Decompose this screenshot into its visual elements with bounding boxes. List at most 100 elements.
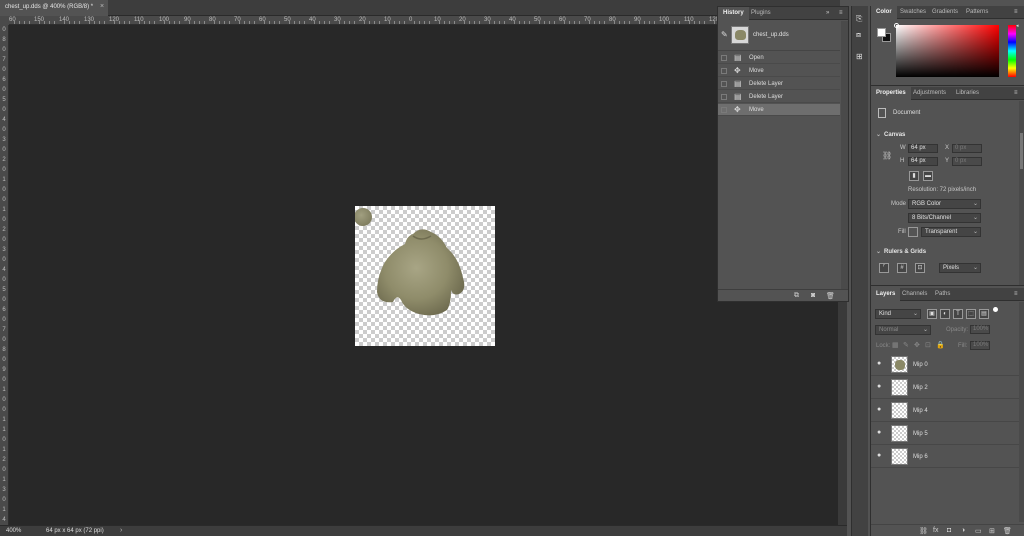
adjustment-filter-icon[interactable]: ◐ <box>940 309 950 319</box>
history-checkbox[interactable] <box>721 107 727 113</box>
history-state[interactable]: ▤ Open <box>718 52 840 64</box>
ruler-toggle-icon[interactable]: ⌜ <box>879 263 889 273</box>
grid-toggle-icon[interactable]: # <box>897 263 907 273</box>
color-field[interactable] <box>894 23 999 77</box>
new-layer-icon[interactable]: ⊞ <box>989 527 995 535</box>
tab-channels[interactable]: Channels <box>897 288 932 301</box>
vertical-ruler[interactable]: 0 8 0 7 0 6 0 5 0 4 0 3 0 2 0 1 0 0 1 0 2 0 3 0 4 0 5 0 6 0 7 0 8 0 9 0 1 0 0 1… <box>0 25 9 525</box>
new-document-from-state-icon[interactable]: ⧉ <box>794 292 799 300</box>
history-checkbox[interactable] <box>721 94 727 100</box>
layer-name[interactable]: Mip 5 <box>913 431 928 437</box>
pixel-filter-icon[interactable]: ▣ <box>927 309 937 319</box>
layers-menu-icon[interactable]: ≡ <box>1014 291 1018 297</box>
properties-menu-icon[interactable]: ≡ <box>1014 90 1018 96</box>
tab-paths[interactable]: Paths <box>930 288 955 301</box>
layer-name[interactable]: Mip 6 <box>913 454 928 460</box>
layer-row[interactable]: ● Mip 0 <box>871 354 1024 376</box>
horizontal-ruler[interactable]: 60 150 140 130 120 110 100 90 80 70 60 50 40 30 20 10 0 1… <box>9 16 840 25</box>
history-scrollbar[interactable] <box>841 21 848 289</box>
zoom-level[interactable]: 400% <box>6 528 21 534</box>
tab-libraries[interactable]: Libraries <box>951 87 984 100</box>
new-adjustment-layer-icon[interactable]: ◑ <box>961 527 965 534</box>
camera-icon[interactable]: ◙ <box>811 292 815 299</box>
y-field[interactable]: 0 px <box>952 157 982 166</box>
hue-slider-arrow[interactable]: ◂ <box>1016 23 1019 29</box>
eye-icon[interactable]: ● <box>877 429 881 436</box>
mode-select[interactable]: RGB Color ⌄ <box>908 199 981 209</box>
eye-icon[interactable]: ● <box>877 383 881 390</box>
landscape-orientation-icon[interactable]: ▬ <box>923 171 933 181</box>
history-brush-icon[interactable]: ✎ <box>721 30 728 39</box>
color-picker-ring[interactable] <box>894 23 899 28</box>
link-icon[interactable]: ⛓ <box>882 151 892 160</box>
filter-toggle-icon[interactable] <box>993 307 998 312</box>
properties-scrollbar[interactable] <box>1019 101 1024 285</box>
layer-name[interactable]: Mip 2 <box>913 385 928 391</box>
properties-panel-icon[interactable]: ⊞ <box>856 52 863 61</box>
canvas-workspace[interactable] <box>9 25 838 525</box>
collapse-icon[interactable]: » <box>826 10 829 16</box>
layer-row[interactable]: ● Mip 2 <box>871 377 1024 399</box>
delete-layer-icon[interactable]: 🗑 <box>1003 527 1012 535</box>
foreground-color-swatch[interactable] <box>877 28 886 37</box>
fill-swatch[interactable] <box>908 227 918 237</box>
guides-toggle-icon[interactable]: ⊡ <box>915 263 925 273</box>
eye-icon[interactable]: ● <box>877 406 881 413</box>
layer-filter-select[interactable]: Kind ⌄ <box>875 309 921 319</box>
bit-depth-select[interactable]: 8 Bits/Channel ⌄ <box>908 213 981 223</box>
opacity-field[interactable]: 100% <box>970 325 990 334</box>
history-checkbox[interactable] <box>721 55 727 61</box>
smart-object-filter-icon[interactable]: ▤ <box>979 309 989 319</box>
layer-name[interactable]: Mip 0 <box>913 362 928 368</box>
tab-color[interactable]: Color <box>871 6 897 19</box>
history-snapshot[interactable]: ✎ chest_up.dds <box>718 21 840 51</box>
layer-name[interactable]: Mip 4 <box>913 408 928 414</box>
new-group-icon[interactable]: ▭ <box>975 527 982 535</box>
history-panel-icon[interactable]: ⎘ <box>856 14 862 24</box>
eye-icon[interactable]: ● <box>877 452 881 459</box>
rulers-grids-section-header[interactable]: ⌄ Rulers & Grids <box>876 248 926 255</box>
layer-row[interactable]: ● Mip 5 <box>871 423 1024 445</box>
lock-pixels-icon[interactable]: ✎ <box>903 341 909 349</box>
portrait-orientation-icon[interactable]: ▮ <box>909 171 919 181</box>
tab-properties[interactable]: Properties <box>871 87 911 100</box>
layers-scrollbar[interactable] <box>1019 302 1024 522</box>
layer-row[interactable]: ● Mip 4 <box>871 400 1024 422</box>
tab-plugins[interactable]: Plugins <box>746 7 776 20</box>
ruler-corner[interactable] <box>0 16 9 25</box>
tab-gradients[interactable]: Gradients <box>927 6 963 19</box>
layer-style-icon[interactable]: fx <box>933 527 938 534</box>
canvas-section-header[interactable]: ⌄ Canvas <box>876 131 905 138</box>
tab-patterns[interactable]: Patterns <box>961 6 993 19</box>
tab-layers[interactable]: Layers <box>871 288 901 301</box>
trash-icon[interactable]: 🗑 <box>826 292 835 300</box>
chevron-down-icon[interactable]: ⌄ <box>876 132 881 138</box>
history-state[interactable]: ▤ Delete Layer <box>718 91 840 103</box>
history-state[interactable]: ▤ Delete Layer <box>718 78 840 90</box>
panel-menu-icon[interactable]: ≡ <box>839 10 843 16</box>
hue-slider[interactable] <box>1008 25 1016 77</box>
add-mask-icon[interactable]: ◘ <box>947 527 951 534</box>
fill-opacity-field[interactable]: 100% <box>970 341 990 350</box>
plugins-panel-icon[interactable]: ⧈ <box>856 30 861 40</box>
layer-row[interactable]: ● Mip 6 <box>871 446 1024 468</box>
eye-icon[interactable]: ● <box>877 360 881 367</box>
close-icon[interactable]: × <box>100 3 104 10</box>
lock-position-icon[interactable]: ✥ <box>914 341 920 349</box>
link-layers-icon[interactable]: ⛓ <box>919 527 928 535</box>
units-select[interactable]: Pixels ⌄ <box>939 263 981 273</box>
fill-select[interactable]: Transparent ⌄ <box>921 227 981 237</box>
lock-transparency-icon[interactable]: ▦ <box>892 341 899 349</box>
status-menu-arrow[interactable]: › <box>120 527 122 534</box>
history-state[interactable]: ✥ Move <box>718 104 840 116</box>
tab-swatches[interactable]: Swatches <box>895 6 931 19</box>
width-field[interactable]: 64 px <box>908 144 938 153</box>
lock-all-icon[interactable]: 🔒 <box>936 341 945 349</box>
type-filter-icon[interactable]: T <box>953 309 963 319</box>
tab-adjustments[interactable]: Adjustments <box>908 87 951 100</box>
chevron-down-icon[interactable]: ⌄ <box>876 249 881 255</box>
x-field[interactable]: 0 px <box>952 144 982 153</box>
document-tab[interactable]: chest_up.dds @ 400% (RGB/8) * × <box>0 0 108 16</box>
history-checkbox[interactable] <box>721 81 727 87</box>
document-canvas[interactable] <box>354 206 495 346</box>
